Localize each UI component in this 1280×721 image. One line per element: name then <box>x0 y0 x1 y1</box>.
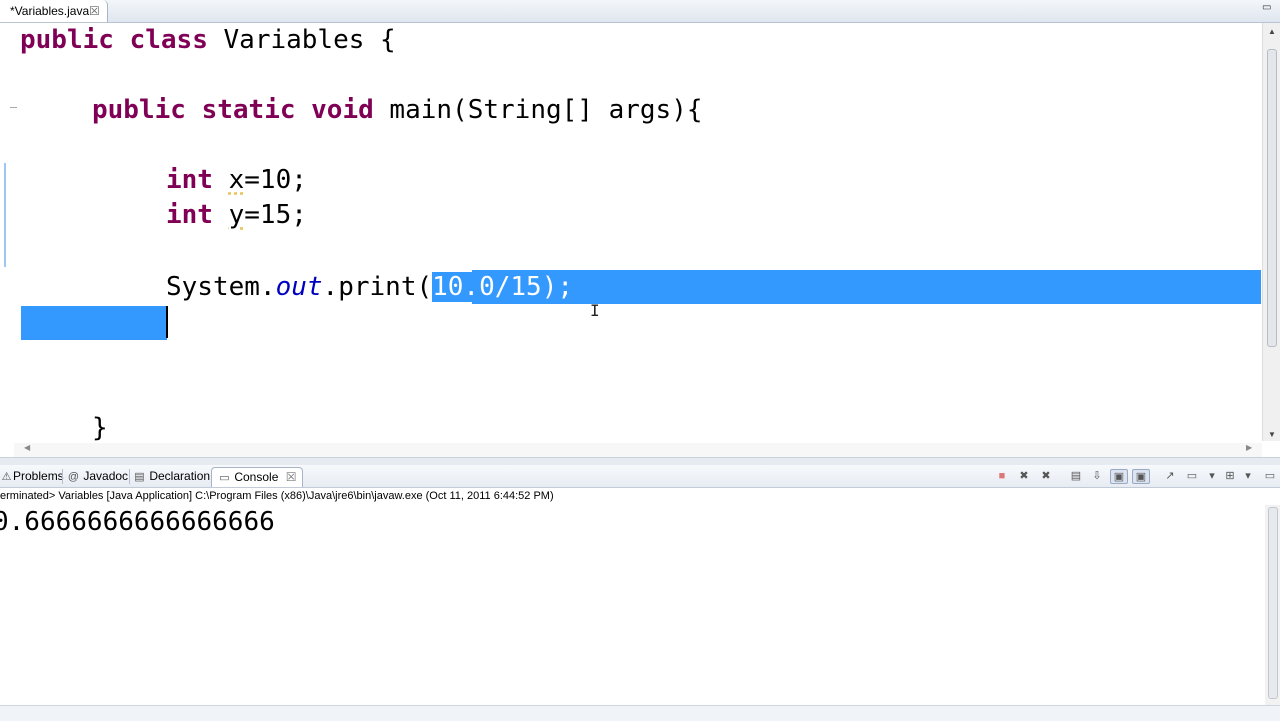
remove-launch-icon[interactable]: ✖ <box>1016 469 1032 483</box>
code-line-3: public static void main(String[] args){ <box>92 95 703 125</box>
declaration-icon: ▤ <box>134 471 145 483</box>
code-line-1: public class Variables { <box>20 25 396 55</box>
problems-icon: ⚠ <box>1 471 12 483</box>
display-console-dropdown-icon[interactable]: ▾ <box>1204 469 1220 483</box>
code-editor[interactable]: public class Variables { public static v… <box>0 23 1280 443</box>
console-icon: ▭ <box>219 472 230 484</box>
scroll-lock-icon[interactable]: ⇩ <box>1089 469 1105 483</box>
scroll-up-icon[interactable]: ▲ <box>1268 27 1276 36</box>
tab-problems[interactable]: ⚠ Problems <box>0 467 64 486</box>
view-tab-bar: ⚠ Problems @ Javadoc ▤ Declaration ▭ Cons… <box>0 465 1280 488</box>
tab-console[interactable]: ▭ Console ☒ <box>211 467 304 487</box>
minimize-view-icon[interactable]: ▭ <box>1262 469 1278 483</box>
javadoc-icon: @ <box>67 471 80 483</box>
ibeam-cursor-icon: I <box>590 301 600 320</box>
tab-separator <box>129 469 130 484</box>
scroll-right-icon[interactable]: ▶ <box>1246 443 1252 452</box>
console-vertical-scrollbar[interactable] <box>1265 505 1280 705</box>
terminate-icon[interactable]: ■ <box>994 469 1010 483</box>
view-menu-icon[interactable]: ▾ <box>1240 469 1256 483</box>
fold-toggle-icon[interactable] <box>10 107 17 108</box>
console-scroll-thumb[interactable] <box>1268 507 1278 699</box>
minimize-icon[interactable]: ▭ <box>1262 2 1274 14</box>
left-ruler <box>0 23 14 443</box>
code-line-12: } <box>92 413 108 443</box>
console-launch-description: erminated> Variables [Java Application] … <box>0 490 554 502</box>
pin-console-icon[interactable]: ↗ <box>1162 469 1178 483</box>
open-console-icon[interactable]: ⊞ <box>1222 469 1238 483</box>
text-caret <box>166 306 168 338</box>
scroll-down-icon[interactable]: ▼ <box>1268 430 1276 439</box>
tab-close-icon[interactable]: ☒ <box>89 0 100 22</box>
tab-separator <box>62 469 63 484</box>
selection-highlight <box>472 270 1261 304</box>
scroll-thumb[interactable] <box>1267 49 1277 347</box>
show-on-error-icon[interactable]: ▣ <box>1132 469 1150 484</box>
variable-y: y <box>228 200 245 230</box>
selection-highlight-line-9 <box>21 306 167 340</box>
editor-vertical-scrollbar[interactable]: ▲ ▼ <box>1262 23 1280 441</box>
editor-tab-label: *Variables.java <box>10 4 90 18</box>
editor-tab-variables-java[interactable]: *Variables.java ☒ <box>0 0 108 22</box>
remove-all-launches-icon[interactable]: ✖ <box>1038 469 1054 483</box>
tab-declaration[interactable]: ▤ Declaration <box>133 467 210 486</box>
tab-javadoc[interactable]: @ Javadoc <box>67 467 128 486</box>
display-console-icon[interactable]: ▭ <box>1184 469 1200 483</box>
editor-horizontal-scrollbar[interactable]: ◀ ▶ <box>14 443 1262 457</box>
code-line-6: int y=15; <box>166 200 307 230</box>
scroll-left-icon[interactable]: ◀ <box>24 443 30 452</box>
console-close-icon[interactable]: ☒ <box>286 470 297 484</box>
console-output-text[interactable]: 0.6666666666666666 <box>0 505 275 539</box>
variable-x: x <box>228 165 245 195</box>
code-line-8: System.out.print(10.0/15); <box>166 272 574 302</box>
status-bar <box>0 705 1280 721</box>
code-line-5: int x=10; <box>166 165 307 195</box>
change-marker <box>4 163 6 267</box>
clear-console-icon[interactable]: ▤ <box>1068 469 1084 483</box>
editor-tab-bar: *Variables.java ☒ ▭ <box>0 0 1280 23</box>
show-on-output-icon[interactable]: ▣ <box>1110 469 1128 484</box>
selected-text: 10.0/15); <box>432 272 574 302</box>
